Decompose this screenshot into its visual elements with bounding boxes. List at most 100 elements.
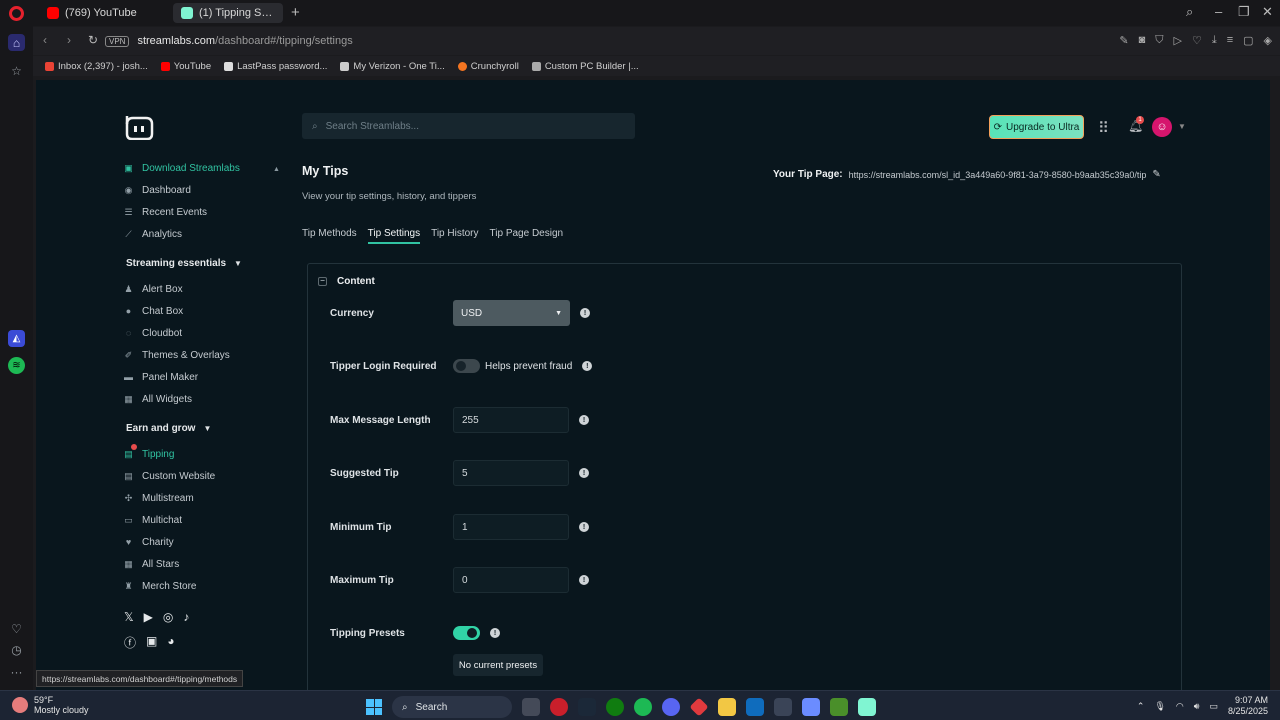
- tab-tip-history[interactable]: Tip History: [431, 228, 478, 244]
- game-launcher-icon[interactable]: [689, 697, 709, 717]
- sidebar-item-recent-events[interactable]: ☰ Recent Events: [124, 204, 207, 220]
- suggested-tip-input[interactable]: 5: [453, 460, 569, 486]
- max-message-length-input[interactable]: 255: [453, 407, 569, 433]
- tipper-login-toggle[interactable]: [453, 359, 480, 373]
- clock[interactable]: 9:07 AM 8/25/2025: [1228, 695, 1268, 717]
- close-icon[interactable]: ✕: [1262, 4, 1273, 20]
- history-icon[interactable]: ◷: [8, 641, 25, 658]
- battery-icon[interactable]: ▭: [1209, 701, 1218, 712]
- currency-select[interactable]: USD ▼: [453, 300, 570, 326]
- maximize-icon[interactable]: ❐: [1238, 4, 1250, 20]
- sidebar-item-chat-box[interactable]: ● Chat Box: [124, 303, 183, 319]
- maximum-tip-input[interactable]: 0: [453, 567, 569, 593]
- avatar[interactable]: ☺: [1152, 117, 1172, 137]
- minimize-icon[interactable]: –: [1215, 4, 1222, 19]
- bookmark-lastpass[interactable]: LastPass password...: [224, 61, 327, 72]
- streamlabs-logo-icon[interactable]: [124, 114, 154, 140]
- copilot-icon[interactable]: [802, 698, 820, 716]
- tab-youtube[interactable]: (769) YouTube: [39, 3, 169, 23]
- info-icon[interactable]: !: [582, 361, 593, 371]
- info-icon[interactable]: !: [579, 575, 589, 585]
- collapse-icon[interactable]: −: [318, 277, 327, 286]
- info-icon[interactable]: !: [579, 415, 589, 425]
- play-icon[interactable]: ▷: [1173, 34, 1181, 47]
- search-tabs-icon[interactable]: ⌕: [1186, 4, 1193, 20]
- sidebar-scrollbar[interactable]: ▲: [273, 160, 280, 690]
- sidebar-item-merch-store[interactable]: ♜ Merch Store: [124, 578, 196, 594]
- discord-icon[interactable]: [662, 698, 680, 716]
- minimum-tip-input[interactable]: 1: [453, 514, 569, 540]
- instagram-icon[interactable]: ◎: [163, 610, 173, 624]
- tab-tipping-settings[interactable]: (1) Tipping Settings / Stre: [173, 3, 283, 23]
- wifi-icon[interactable]: ◠: [1176, 701, 1184, 712]
- download-icon[interactable]: ⤓: [1212, 34, 1217, 47]
- opera-icon[interactable]: [550, 698, 568, 716]
- opera-logo-icon[interactable]: [9, 6, 24, 21]
- camera-icon[interactable]: ◙: [1139, 34, 1146, 47]
- sidebar-item-all-stars[interactable]: ▦ All Stars: [124, 556, 179, 572]
- bookmark-gmail[interactable]: Inbox (2,397) - josh...: [45, 61, 148, 72]
- sidebar-item-all-widgets[interactable]: ▦ All Widgets: [124, 391, 192, 407]
- x-icon[interactable]: 𝕏: [124, 610, 134, 624]
- upgrade-button[interactable]: ⟳ Upgrade to Ultra: [989, 115, 1084, 139]
- address-bar[interactable]: VPN streamlabs.com/dashboard#/tipping/se…: [105, 31, 1115, 51]
- file-explorer-icon[interactable]: [718, 698, 736, 716]
- info-icon[interactable]: !: [580, 308, 590, 318]
- bookmark-youtube[interactable]: YouTube: [160, 61, 211, 72]
- section-header[interactable]: − Content: [318, 276, 375, 287]
- facebook-icon[interactable]: ⓕ: [124, 634, 136, 651]
- sidebar-item-download[interactable]: ▣ Download Streamlabs: [124, 160, 240, 176]
- sidebar-item-multistream[interactable]: ✣ Multistream: [124, 490, 194, 506]
- discord-icon[interactable]: ◕: [167, 634, 174, 651]
- tab-tip-methods[interactable]: Tip Methods: [302, 228, 357, 244]
- info-icon[interactable]: !: [579, 468, 589, 478]
- spotify-icon[interactable]: ≋: [8, 357, 25, 374]
- bookmark-verizon[interactable]: My Verizon - One Ti...: [340, 61, 445, 72]
- sidebar-item-themes[interactable]: ✐ Themes & Overlays: [124, 347, 230, 363]
- shield-icon[interactable]: ⛉: [1155, 34, 1163, 47]
- bookmark-crunchyroll[interactable]: Crunchyroll: [457, 61, 519, 72]
- outlook-icon[interactable]: [746, 698, 764, 716]
- vpn-badge[interactable]: VPN: [105, 35, 130, 47]
- xbox-icon[interactable]: [606, 698, 624, 716]
- windows-start-icon[interactable]: [366, 699, 382, 715]
- star-icon[interactable]: ☆: [8, 62, 25, 79]
- info-icon[interactable]: !: [490, 628, 500, 638]
- taskbar-search[interactable]: ⌕ Search: [392, 696, 512, 718]
- bookmark-pc-builder[interactable]: Custom PC Builder |...: [531, 61, 639, 72]
- menu-icon[interactable]: ≡: [1227, 34, 1233, 47]
- pencil-icon[interactable]: ✎: [1152, 169, 1160, 180]
- volume-icon[interactable]: 🔊︎: [1194, 701, 1200, 712]
- more-icon[interactable]: ···: [8, 663, 25, 680]
- apps-grid-icon[interactable]: ⠿: [1098, 119, 1109, 137]
- scroll-up-icon[interactable]: ▲: [273, 166, 280, 173]
- tip-page-url[interactable]: https://streamlabs.com/sl_id_3a449a60-9f…: [849, 170, 1147, 180]
- tipping-presets-toggle[interactable]: [453, 626, 480, 640]
- minecraft-icon[interactable]: [830, 698, 848, 716]
- microphone-icon[interactable]: 🎙︎: [1154, 701, 1165, 712]
- search-input[interactable]: ⌕ Search Streamlabs...: [302, 113, 635, 139]
- tab-tip-page-design[interactable]: Tip Page Design: [490, 228, 564, 244]
- heart-icon[interactable]: ♡: [1192, 34, 1202, 47]
- store-icon[interactable]: [774, 698, 792, 716]
- wallet-icon[interactable]: ▢: [1243, 34, 1253, 47]
- sidebar-item-cloudbot[interactable]: ◌ Cloudbot: [124, 325, 182, 341]
- forward-icon[interactable]: ›: [67, 33, 71, 47]
- sidebar-item-analytics[interactable]: ⟋ Analytics: [124, 226, 182, 242]
- steam-icon[interactable]: [578, 698, 596, 716]
- sidebar-item-alert-box[interactable]: ♟ Alert Box: [124, 281, 182, 297]
- spotify-icon[interactable]: [634, 698, 652, 716]
- sidebar-item-panel-maker[interactable]: ▬ Panel Maker: [124, 369, 198, 385]
- tiktok-icon[interactable]: ♪: [183, 610, 189, 624]
- info-icon[interactable]: !: [579, 522, 589, 532]
- chevron-down-icon[interactable]: ▼: [1178, 122, 1186, 131]
- sidebar-item-charity[interactable]: ♥ Charity: [124, 534, 174, 550]
- weather-widget[interactable]: 59°F Mostly cloudy: [12, 695, 89, 715]
- heart-icon[interactable]: ♡: [8, 620, 25, 637]
- tab-tip-settings[interactable]: Tip Settings: [367, 228, 421, 244]
- sidebar-section-essentials[interactable]: Streaming essentials ▼: [126, 258, 242, 269]
- extension-icon[interactable]: ◭: [8, 330, 25, 347]
- streamlabs-icon[interactable]: [858, 698, 876, 716]
- sidebar-item-multichat[interactable]: ▭ Multichat: [124, 512, 182, 528]
- new-tab-plus-icon[interactable]: +: [291, 4, 300, 21]
